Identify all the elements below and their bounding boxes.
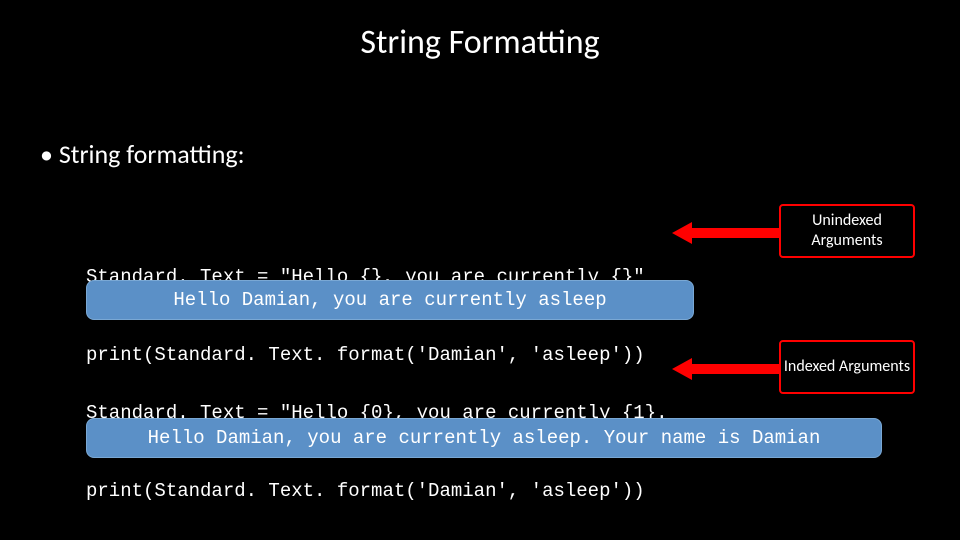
output-box-unindexed: Hello Damian, you are currently asleep — [86, 280, 694, 320]
output-text: Hello Damian, you are currently asleep — [173, 289, 606, 311]
label-text: Unindexed Arguments — [781, 211, 913, 251]
slide-title: String Formatting — [0, 22, 960, 63]
arrow-icon — [672, 358, 780, 380]
code-line: print(Standard. Text. format('Damian', '… — [86, 478, 668, 504]
output-text: Hello Damian, you are currently asleep. … — [148, 427, 821, 449]
label-unindexed-arguments: Unindexed Arguments — [779, 204, 915, 258]
slide: String Formatting String formatting: Sta… — [0, 0, 960, 540]
label-indexed-arguments: Indexed Arguments — [779, 340, 915, 394]
bullet-text: String formatting: — [40, 138, 245, 170]
label-text: Indexed Arguments — [784, 357, 910, 377]
output-box-indexed: Hello Damian, you are currently asleep. … — [86, 418, 882, 458]
arrow-icon — [672, 222, 780, 244]
